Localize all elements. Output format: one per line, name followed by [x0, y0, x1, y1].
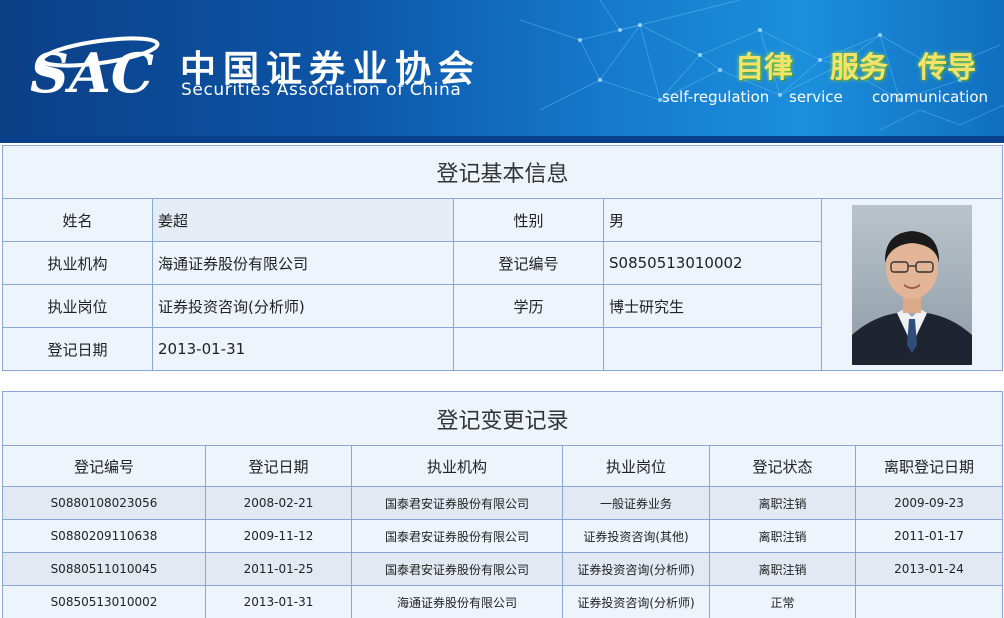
org-label: 执业机构: [2, 241, 153, 285]
sac-logo: SAC: [30, 36, 160, 104]
record-status: 离职注销: [709, 552, 856, 586]
reg-no-value: S0850513010002: [603, 241, 822, 285]
reg-no-label: 登记编号: [453, 241, 604, 285]
table-row: S0880209110638 2009-11-12 国泰君安证券股份有限公司 证…: [2, 519, 1004, 553]
record-reg-no: S0880209110638: [2, 519, 206, 553]
record-position: 证券投资咨询(分析师): [562, 552, 710, 586]
org-name-en: Securities Association of China: [181, 80, 462, 100]
column-header-reg-no: 登记编号: [2, 445, 206, 487]
position-value: 证券投资咨询(分析师): [152, 284, 454, 328]
record-leave-date: 2009-09-23: [854, 486, 1004, 520]
record-reg-no: S0880511010045: [2, 552, 206, 586]
gender-value: 男: [603, 198, 822, 242]
reg-date-label: 登记日期: [2, 327, 153, 371]
record-reg-no: S0850513010002: [2, 585, 206, 618]
record-org: 国泰君安证券股份有限公司: [351, 552, 563, 586]
column-header-org: 执业机构: [351, 445, 563, 487]
table-row: S0850513010002 2013-01-31 海通证券股份有限公司 证券投…: [2, 585, 1004, 618]
org-value: 海通证券股份有限公司: [152, 241, 454, 285]
photo-cell: [820, 198, 1004, 371]
change-records-title: 登记变更记录: [1, 391, 1004, 446]
record-leave-date: 2013-01-24: [854, 552, 1004, 586]
name-value: 姜超: [152, 198, 454, 242]
column-header-position: 执业岗位: [562, 445, 710, 487]
record-reg-date: 2013-01-31: [205, 585, 352, 618]
column-header-status: 登记状态: [709, 445, 856, 487]
record-reg-date: 2008-02-21: [205, 486, 352, 520]
reg-date-value: 2013-01-31: [152, 327, 454, 371]
record-position: 证券投资咨询(分析师): [562, 585, 710, 618]
position-label: 执业岗位: [2, 284, 153, 328]
logo-text: SAC: [30, 41, 154, 104]
record-reg-date: 2011-01-25: [205, 552, 352, 586]
record-status: 正常: [709, 585, 856, 618]
record-org: 海通证券股份有限公司: [351, 585, 563, 618]
education-value: 博士研究生: [603, 284, 822, 328]
record-status: 离职注销: [709, 486, 856, 520]
person-photo: [852, 204, 973, 365]
record-position: 证券投资咨询(其他): [562, 519, 710, 553]
motto-service-cn: 服务: [830, 50, 889, 84]
gender-label: 性别: [453, 198, 604, 242]
header-banner: SAC 中国证券业协会 Securities Association of Ch…: [0, 0, 1004, 143]
motto-communication-en: communication: [872, 88, 989, 106]
record-position: 一般证券业务: [562, 486, 710, 520]
empty-cell: [603, 327, 822, 371]
motto-service-en: service: [789, 88, 843, 106]
change-records-table: 登记变更记录 登记编号 登记日期 执业机构 执业岗位 登记状态 离职登记日期 S…: [1, 391, 1004, 618]
record-leave-date: [854, 585, 1004, 618]
record-reg-no: S0880108023056: [2, 486, 206, 520]
record-leave-date: 2011-01-17: [854, 519, 1004, 553]
motto-communication-cn: 传导: [918, 50, 977, 84]
basic-info-table: 登记基本信息 姓名 姜超 性别 男 执业机构 海通证券股份有限公司 登记编号 S…: [1, 145, 1004, 371]
banner-bottom-band: [0, 136, 1004, 143]
record-reg-date: 2009-11-12: [205, 519, 352, 553]
empty-cell: [453, 327, 604, 371]
column-header-leave-date: 离职登记日期: [854, 445, 1004, 487]
motto-self-regulation-cn: 自律: [735, 50, 794, 84]
column-header-reg-date: 登记日期: [205, 445, 352, 487]
basic-info-title: 登记基本信息: [1, 145, 1004, 199]
table-row: S0880108023056 2008-02-21 国泰君安证券股份有限公司 一…: [2, 486, 1004, 520]
motto-self-regulation-en: self-regulation: [662, 88, 770, 106]
name-label: 姓名: [2, 198, 153, 242]
record-org: 国泰君安证券股份有限公司: [351, 519, 563, 553]
table-row: S0880511010045 2011-01-25 国泰君安证券股份有限公司 证…: [2, 552, 1004, 586]
record-org: 国泰君安证券股份有限公司: [351, 486, 563, 520]
record-status: 离职注销: [709, 519, 856, 553]
education-label: 学历: [453, 284, 604, 328]
